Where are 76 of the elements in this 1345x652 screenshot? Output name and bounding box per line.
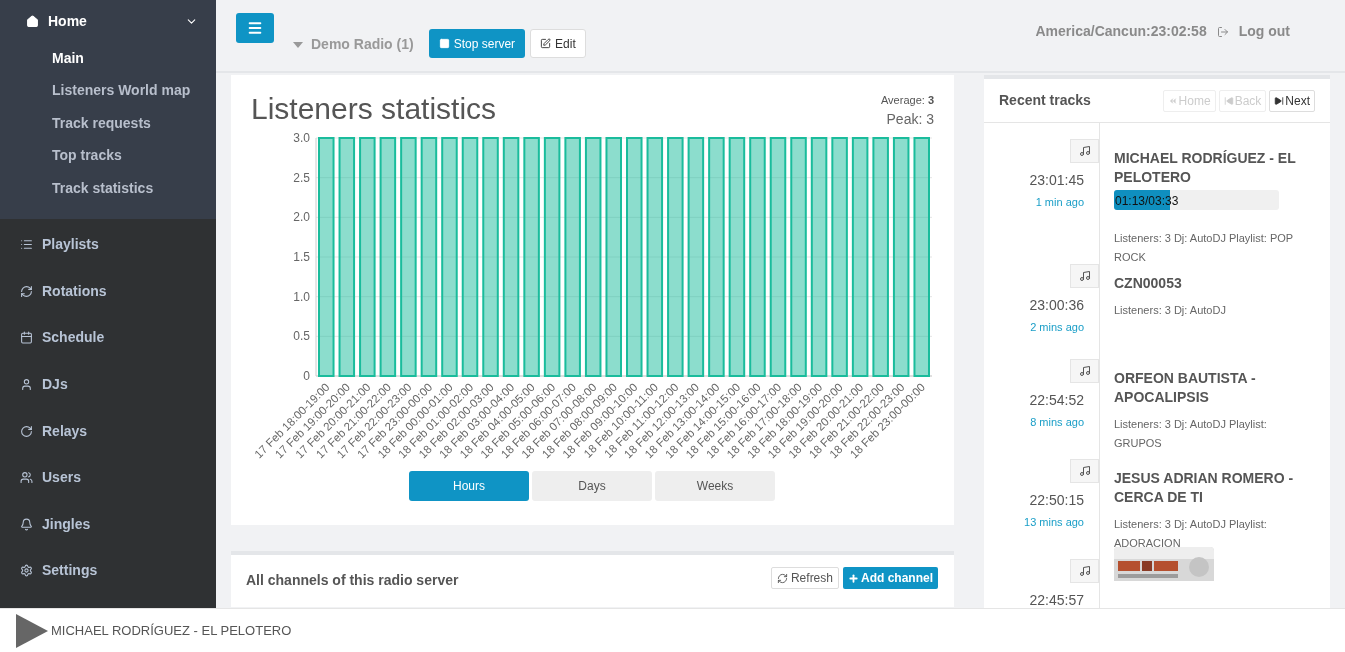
track-title: ORFEON BAUTISTA - APOCALIPSIS bbox=[1114, 369, 1257, 407]
bell-icon bbox=[20, 517, 33, 531]
submenu-item[interactable]: Track statistics bbox=[0, 172, 216, 205]
card-title: Listeners statistics bbox=[251, 92, 497, 125]
play-icon[interactable] bbox=[16, 613, 48, 648]
axis-tick-label: 0.5 bbox=[293, 329, 310, 344]
sidebar-item[interactable]: Users bbox=[0, 454, 216, 502]
time-ago: 13 mins ago bbox=[1024, 515, 1084, 530]
list-icon bbox=[20, 238, 33, 252]
sidebar-item[interactable]: Playlists bbox=[0, 221, 216, 269]
track-title: JESUS ADRIAN ROMERO - CERCA DE TI bbox=[1114, 469, 1295, 507]
sidebar-item[interactable]: Rotations bbox=[0, 268, 216, 315]
period-tab[interactable]: Weeks bbox=[655, 471, 775, 501]
time-ago: 2 mins ago bbox=[1030, 320, 1084, 335]
now-playing-title: MICHAEL RODRÍGUEZ - EL PELOTERO bbox=[51, 621, 292, 640]
sidebar-item[interactable]: Jingles bbox=[0, 501, 216, 548]
track-time: 23:01:45 bbox=[1029, 171, 1084, 190]
refresh-button[interactable]: Refresh bbox=[770, 567, 839, 589]
caret-down-icon bbox=[293, 41, 303, 48]
sidebar-item[interactable]: DJs bbox=[0, 361, 216, 408]
track-time: 22:54:52 bbox=[1029, 391, 1084, 410]
clock: America/Cancun:23:02:58 bbox=[1035, 22, 1207, 41]
sidebar-item[interactable]: Schedule bbox=[0, 314, 216, 362]
refresh-icon bbox=[776, 572, 788, 584]
user-icon bbox=[20, 378, 33, 392]
axis-tick-label: 1.5 bbox=[293, 250, 310, 264]
peak-text: Peak: 3 bbox=[886, 109, 934, 129]
music-note-icon bbox=[1078, 565, 1091, 577]
submenu-item[interactable]: Top tracks bbox=[0, 139, 216, 172]
axis-tick-label: 0 bbox=[303, 369, 310, 383]
home-icon bbox=[26, 14, 39, 28]
music-note-icon bbox=[1078, 270, 1091, 282]
submenu-item[interactable]: Main bbox=[0, 42, 216, 75]
axis-tick-label: 1.0 bbox=[293, 289, 310, 304]
menu-icon bbox=[247, 20, 263, 36]
calendar-icon bbox=[20, 331, 33, 345]
time-ago: 8 mins ago bbox=[1030, 415, 1084, 430]
menu-button[interactable] bbox=[236, 13, 274, 43]
track-meta: Listeners: 3 Dj: AutoDJ Playlist: POP ROCK bbox=[1114, 231, 1294, 265]
users-icon bbox=[20, 471, 33, 485]
stop-icon bbox=[438, 38, 450, 49]
logout-icon bbox=[1216, 25, 1229, 38]
average-text: Average: 3 bbox=[881, 93, 934, 108]
track-meta: Listeners: 3 Dj: AutoDJ Playlist: GRUPOS bbox=[1114, 417, 1268, 451]
axis-tick-label: 2.5 bbox=[293, 170, 310, 185]
track-time: 22:50:15 bbox=[1029, 491, 1084, 510]
music-note-icon bbox=[1078, 145, 1091, 157]
sidebar-item[interactable]: Relays bbox=[0, 407, 216, 455]
period-tab[interactable]: Days bbox=[532, 471, 652, 501]
time-ago: 1 min ago bbox=[1035, 195, 1084, 210]
pager-button[interactable]: Next bbox=[1269, 89, 1315, 112]
settings-icon bbox=[20, 564, 33, 578]
music-note-icon bbox=[1078, 365, 1091, 377]
refresh-icon bbox=[20, 284, 33, 298]
panel-title: Recent tracks bbox=[999, 91, 1091, 110]
submenu-item[interactable]: Track requests bbox=[0, 107, 216, 140]
music-note-icon bbox=[1078, 465, 1091, 477]
axis-tick-label: 3.0 bbox=[293, 131, 310, 145]
skip-forward-icon bbox=[1274, 95, 1285, 106]
edit-button[interactable]: Edit bbox=[530, 29, 586, 58]
skip-back-icon bbox=[1223, 95, 1234, 106]
track-meta: Listeners: 3 Dj: AutoDJ bbox=[1114, 303, 1227, 318]
axis-tick-label: 2.0 bbox=[293, 210, 310, 225]
track-meta: Listeners: 3 Dj: AutoDJ Playlist: ADORACION bbox=[1114, 517, 1268, 551]
plus-icon bbox=[848, 572, 859, 584]
submenu-item[interactable]: Listeners World map bbox=[0, 74, 216, 107]
track-title: MICHAEL RODRÍGUEZ - EL PELOTERO bbox=[1114, 149, 1297, 187]
sidebar-item[interactable]: Settings bbox=[0, 547, 216, 595]
track-time: 22:45:57 bbox=[1029, 591, 1084, 608]
track-time: 23:00:36 bbox=[1029, 296, 1084, 315]
repeat-icon bbox=[20, 424, 33, 438]
card-title: All channels of this radio server bbox=[246, 571, 459, 590]
sidebar-item[interactable]: Home bbox=[0, 0, 216, 42]
track-title: CZN00053 bbox=[1114, 274, 1183, 293]
double-left-icon bbox=[1167, 95, 1178, 106]
edit-icon bbox=[540, 38, 552, 49]
